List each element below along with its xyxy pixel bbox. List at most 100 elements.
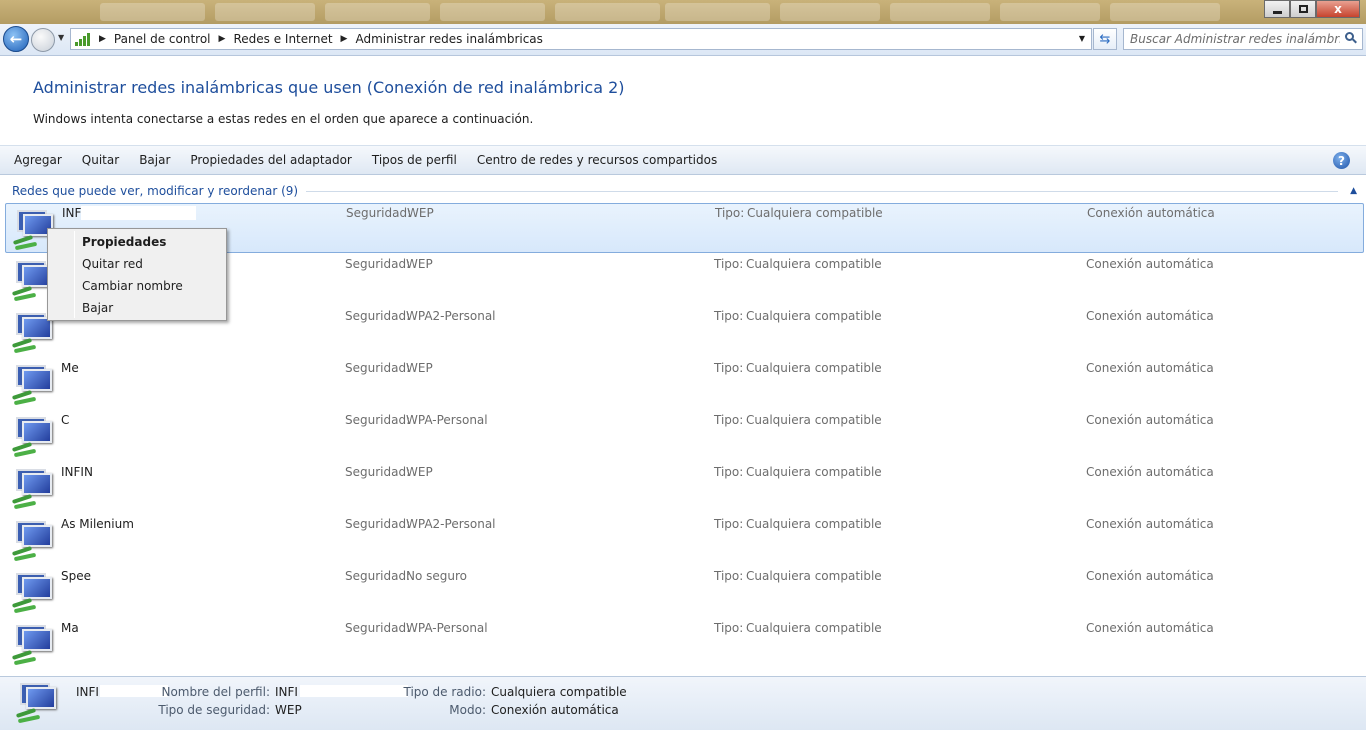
network-name: Ma (61, 621, 79, 635)
security-label: Seguridad: (345, 517, 411, 531)
adapter-properties-button[interactable]: Propiedades del adaptador (180, 153, 361, 167)
browser-tab[interactable] (215, 3, 315, 21)
divider (306, 190, 1339, 192)
type-label: Tipo: (714, 465, 744, 479)
context-menu: Propiedades Quitar red Cambiar nombre Ba… (47, 228, 227, 321)
redacted-mask (81, 206, 196, 220)
refresh-button[interactable]: ⇆ (1093, 28, 1117, 50)
wireless-network-icon (10, 519, 54, 562)
close-button[interactable]: x (1316, 0, 1360, 18)
network-list-item[interactable]: C Seguridad: WPA-Personal Tipo: Cualquiera c… (5, 411, 1364, 461)
forward-button[interactable] (31, 28, 55, 52)
search-input[interactable] (1130, 32, 1340, 46)
type-label: Tipo: (714, 517, 744, 531)
profile-name-label: Nombre del perfil: (161, 685, 270, 699)
network-list-item[interactable]: Me Seguridad: WEP Tipo: Cualquiera compatibl… (5, 359, 1364, 409)
breadcrumb-item[interactable]: Panel de control (114, 32, 211, 46)
taskbar-strip: x (0, 0, 1366, 24)
network-list-item[interactable]: Spee Seguridad: No seguro Tipo: Cualquiera c… (5, 567, 1364, 617)
security-value: WPA-Personal (406, 621, 488, 635)
search-box[interactable] (1123, 28, 1363, 50)
move-down-button[interactable]: Bajar (129, 153, 180, 167)
profile-name-value: INFI (275, 685, 298, 699)
type-label: Tipo: (714, 257, 744, 271)
recent-pages-dropdown[interactable]: ▼ (58, 33, 64, 42)
back-button[interactable]: ← (3, 26, 29, 52)
maximize-button[interactable] (1290, 0, 1316, 18)
breadcrumb-item[interactable]: Administrar redes inalámbricas (355, 32, 542, 46)
help-icon[interactable]: ? (1333, 152, 1350, 169)
security-value: WEP (406, 361, 433, 375)
network-center-button[interactable]: Centro de redes y recursos compartidos (467, 153, 727, 167)
page-title: Administrar redes inalámbricas que usen … (33, 78, 625, 97)
network-name: As Milenium (61, 517, 134, 531)
wireless-network-icon (10, 571, 54, 614)
type-value: Cualquiera compatible (746, 465, 882, 479)
network-name: Me (61, 361, 79, 375)
connection-mode: Conexión automática (1087, 206, 1215, 220)
connection-mode: Conexión automática (1086, 413, 1214, 427)
security-value: No seguro (406, 569, 468, 583)
menu-item-rename[interactable]: Cambiar nombre (50, 275, 224, 297)
search-icon[interactable] (1345, 32, 1357, 44)
menu-item-properties[interactable]: Propiedades (50, 231, 224, 253)
menu-item-remove-network[interactable]: Quitar red (50, 253, 224, 275)
breadcrumb-item[interactable]: Redes e Internet (233, 32, 332, 46)
type-label: Tipo: (714, 569, 744, 583)
redacted-mask (300, 685, 408, 697)
breadcrumb-arrow-icon[interactable]: ▶ (99, 34, 106, 44)
chevron-up-icon[interactable]: ▲ (1350, 186, 1357, 196)
radio-type-value: Cualquiera compatible (491, 685, 627, 699)
network-list-item[interactable]: INFIN Seguridad: WEP Tipo: Cualquiera compat… (5, 463, 1364, 513)
command-bar: Agregar Quitar Bajar Propiedades del ada… (0, 145, 1366, 175)
security-value: WPA2-Personal (406, 517, 496, 531)
page-description: Windows intenta conectarse a estas redes… (33, 112, 534, 126)
wireless-network-icon (10, 467, 54, 510)
menu-item-move-down[interactable]: Bajar (50, 297, 224, 319)
browser-tab[interactable] (890, 3, 990, 21)
security-value: WEP (406, 257, 433, 271)
breadcrumb-arrow-icon[interactable]: ▶ (341, 34, 348, 44)
redacted-mask (81, 621, 189, 635)
browser-tab[interactable] (1000, 3, 1100, 21)
browser-tab[interactable] (780, 3, 880, 21)
breadcrumb[interactable]: ▶ Panel de control ▶ Redes e Internet ▶ … (70, 28, 1092, 50)
restore-icon (1298, 5, 1308, 13)
network-icon (75, 32, 91, 46)
refresh-icon: ⇆ (1099, 31, 1111, 47)
breadcrumb-arrow-icon[interactable]: ▶ (219, 34, 226, 44)
network-list-item[interactable]: Ma Seguridad: WPA-Personal Tipo: Cualquiera … (5, 619, 1364, 669)
connection-mode: Conexión automática (1086, 465, 1214, 479)
browser-tab[interactable] (555, 3, 660, 21)
connection-mode: Conexión automática (1086, 517, 1214, 531)
redacted-mask (93, 465, 201, 479)
remove-button[interactable]: Quitar (72, 153, 129, 167)
network-name: C (61, 413, 70, 427)
browser-tab[interactable] (325, 3, 430, 21)
browser-tab[interactable] (440, 3, 545, 21)
chevron-down-icon[interactable]: ▼ (1079, 34, 1085, 43)
minimize-button[interactable] (1264, 0, 1290, 18)
add-button[interactable]: Agregar (4, 153, 72, 167)
type-value: Cualquiera compatible (746, 517, 882, 531)
security-label: Seguridad: (345, 465, 411, 479)
security-label: Seguridad: (345, 361, 411, 375)
group-header[interactable]: Redes que puede ver, modificar y reorden… (12, 184, 1357, 198)
browser-tab[interactable] (100, 3, 205, 21)
connection-mode: Conexión automática (1086, 257, 1214, 271)
type-label: Tipo: (714, 309, 744, 323)
browser-tab[interactable] (1110, 3, 1220, 21)
type-value: Cualquiera compatible (746, 309, 882, 323)
mode-value: Conexión automática (491, 703, 619, 717)
network-list-item[interactable]: As Milenium Seguridad: WPA2-Personal Tipo: C… (5, 515, 1364, 565)
security-label: Seguridad: (345, 413, 411, 427)
minimize-icon (1272, 10, 1282, 14)
profile-types-button[interactable]: Tipos de perfil (362, 153, 467, 167)
type-value: Cualquiera compatible (746, 257, 882, 271)
browser-tab[interactable] (665, 3, 770, 21)
security-label: Seguridad: (345, 309, 411, 323)
address-bar: ← ▼ ▶ Panel de control ▶ Redes e Interne… (0, 24, 1366, 56)
type-value: Cualquiera compatible (746, 621, 882, 635)
security-label: Seguridad: (345, 257, 411, 271)
security-value: WPA-Personal (406, 413, 488, 427)
